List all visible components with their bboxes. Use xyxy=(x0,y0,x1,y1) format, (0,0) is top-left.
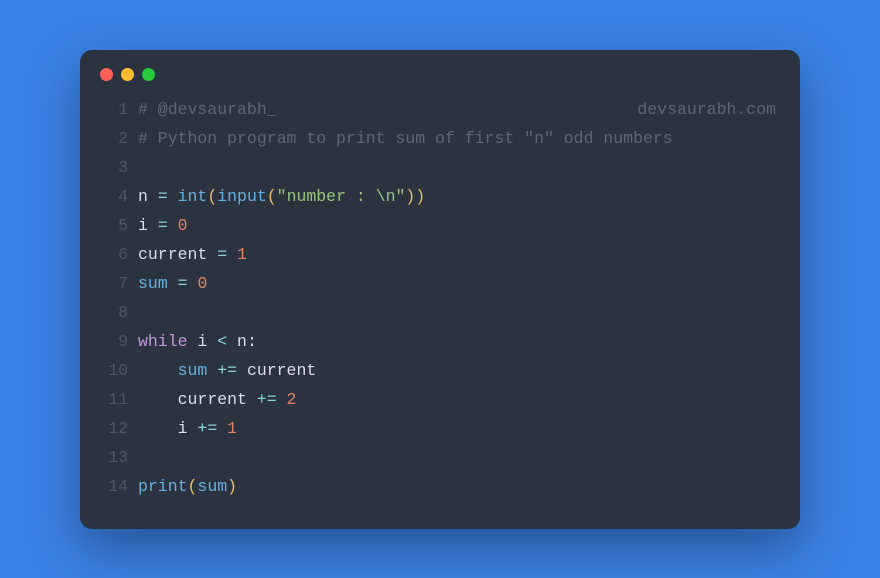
line-content: current = 1 xyxy=(138,240,776,269)
code-line: 14 print(sum) xyxy=(98,472,776,501)
line-content: while i < n: xyxy=(138,327,776,356)
line-content: sum += current xyxy=(138,356,776,385)
line-number: 5 xyxy=(98,211,128,240)
line-number: 14 xyxy=(98,472,128,501)
titlebar xyxy=(80,50,800,81)
line-content: n = int(input("number : \n")) xyxy=(138,182,776,211)
line-content xyxy=(138,153,776,182)
editor-window: 1 # @devsaurabh_devsaurabh.com 2 # Python p… xyxy=(80,50,800,529)
line-number: 8 xyxy=(98,298,128,327)
line-content: sum = 0 xyxy=(138,269,776,298)
line-content: i = 0 xyxy=(138,211,776,240)
line-content xyxy=(138,443,776,472)
code-line: 9 while i < n: xyxy=(98,327,776,356)
line-content: i += 1 xyxy=(138,414,776,443)
code-line: 13 xyxy=(98,443,776,472)
line-number: 13 xyxy=(98,443,128,472)
code-line: 5 i = 0 xyxy=(98,211,776,240)
code-line: 3 xyxy=(98,153,776,182)
code-line: 6 current = 1 xyxy=(98,240,776,269)
line-content: current += 2 xyxy=(138,385,776,414)
line-content: # @devsaurabh_devsaurabh.com xyxy=(138,95,776,124)
line-content: print(sum) xyxy=(138,472,776,501)
close-icon[interactable] xyxy=(100,68,113,81)
line-number: 11 xyxy=(98,385,128,414)
line-number: 2 xyxy=(98,124,128,153)
minimize-icon[interactable] xyxy=(121,68,134,81)
code-line: 8 xyxy=(98,298,776,327)
line-number: 7 xyxy=(98,269,128,298)
code-line: 11 current += 2 xyxy=(98,385,776,414)
maximize-icon[interactable] xyxy=(142,68,155,81)
code-line: 10 sum += current xyxy=(98,356,776,385)
line-number: 4 xyxy=(98,182,128,211)
code-area: 1 # @devsaurabh_devsaurabh.com 2 # Python p… xyxy=(80,81,800,501)
line-number: 9 xyxy=(98,327,128,356)
line-content xyxy=(138,298,776,327)
code-line: 7 sum = 0 xyxy=(98,269,776,298)
code-line: 4 n = int(input("number : \n")) xyxy=(98,182,776,211)
line-number: 10 xyxy=(98,356,128,385)
code-line: 2 # Python program to print sum of first … xyxy=(98,124,776,153)
line-content: # Python program to print sum of first "… xyxy=(138,124,776,153)
code-line: 12 i += 1 xyxy=(98,414,776,443)
code-line: 1 # @devsaurabh_devsaurabh.com xyxy=(98,95,776,124)
line-number: 1 xyxy=(98,95,128,124)
line-number: 12 xyxy=(98,414,128,443)
line-number: 3 xyxy=(98,153,128,182)
line-number: 6 xyxy=(98,240,128,269)
